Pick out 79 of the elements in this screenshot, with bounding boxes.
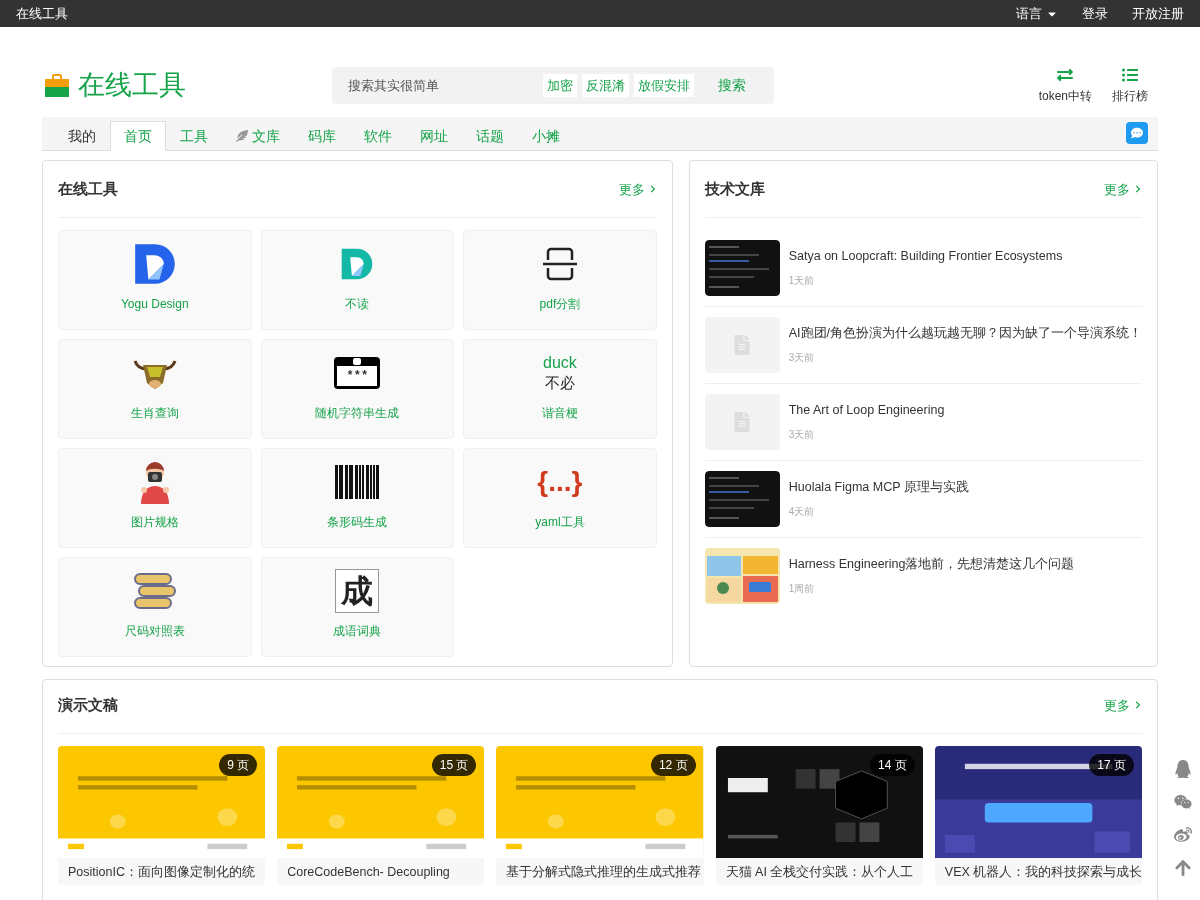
nav-tab[interactable]: 网址 xyxy=(406,121,462,151)
more-link[interactable]: 更多 xyxy=(618,179,657,199)
swap-icon xyxy=(1057,66,1074,83)
tool-card[interactable]: 条形码生成 xyxy=(260,447,455,548)
tool-card[interactable]: 生肖查询 xyxy=(58,338,252,439)
article-time: 4天前 xyxy=(788,505,816,520)
slide-card[interactable]: 15 页 CoreCodeBench- Decoupling xyxy=(277,745,485,886)
panel-title: 技术文库 xyxy=(704,179,765,199)
nav-tab[interactable]: 工具 xyxy=(166,121,222,151)
slide-card[interactable]: 14 页 天猫 AI 全栈交付实践：从个人工 xyxy=(715,745,923,886)
penguin-icon[interactable] xyxy=(1174,760,1192,778)
list-icon xyxy=(1122,66,1138,83)
header-action[interactable]: 排行榜 xyxy=(1112,66,1148,105)
tool-card[interactable]: *** 随机字符串生成 xyxy=(260,338,455,439)
nav-tab[interactable]: 首页 xyxy=(110,121,166,151)
nav-tab[interactable]: 小摊 xyxy=(518,121,574,151)
article-time: 3天前 xyxy=(788,428,816,443)
chevron-right-icon xyxy=(648,185,657,194)
article-title[interactable]: The Art of Loop Engineering xyxy=(788,400,945,420)
tool-card[interactable]: Yogu Design xyxy=(58,229,252,330)
article-title[interactable]: Huolala Figma MCP 原理与实践 xyxy=(788,477,969,497)
password-icon: *** xyxy=(334,356,381,389)
nav-tab[interactable]: 话题 xyxy=(462,121,518,151)
chat-button[interactable] xyxy=(1126,122,1148,144)
article-time: 1天前 xyxy=(788,274,816,289)
nav-tab[interactable]: 我的 xyxy=(54,121,110,151)
chat-bubbles-icon[interactable] xyxy=(1174,793,1192,811)
toolbox-icon xyxy=(44,73,70,98)
site-name[interactable]: 在线工具 xyxy=(16,3,68,24)
top-link[interactable]: 登录 xyxy=(1082,3,1108,24)
logo-icon xyxy=(132,241,177,286)
slide-title: CoreCodeBench- Decoupling xyxy=(286,863,451,881)
scan-icon xyxy=(540,245,579,282)
slide-title: VEX 机器人：我的科技探索与成长 xyxy=(943,863,1142,881)
character-icon: 成 xyxy=(335,568,380,613)
text-icon: duck 不必 xyxy=(543,352,577,393)
slide-title: 天猫 AI 全栈交付实践：从个人工 xyxy=(724,863,915,881)
site-logo[interactable]: 在线工具 xyxy=(78,65,186,106)
barcode-icon xyxy=(335,464,380,499)
arrow-up-icon[interactable] xyxy=(1174,859,1192,877)
header-action[interactable]: token中转 xyxy=(1038,66,1092,105)
article-time: 3天前 xyxy=(788,351,816,366)
search-tag[interactable]: 加密 xyxy=(543,73,577,98)
chat-icon xyxy=(1131,127,1143,139)
tool-card[interactable]: {...} yaml工具 xyxy=(463,447,657,548)
slide-card[interactable]: 17 页 VEX 机器人：我的科技探索与成长 xyxy=(934,745,1142,886)
search-tag[interactable]: 反混淆 xyxy=(582,73,629,98)
tool-card[interactable]: duck 不必 谐音梗 xyxy=(463,338,657,439)
chevron-right-icon xyxy=(1134,185,1142,194)
braces-icon: {...} xyxy=(537,467,583,496)
slide-title: 基于分解式隐式推理的生成式推荐 xyxy=(505,863,703,881)
more-link[interactable]: 更多 xyxy=(1104,179,1142,199)
more-link[interactable]: 更多 xyxy=(1104,695,1142,715)
slide-card[interactable]: 12 页 基于分解式隐式推理的生成式推荐 xyxy=(496,745,704,886)
article-title[interactable]: AI跑团/角色扮演为什么越玩越无聊？因为缺了一个导演系统！ xyxy=(788,323,1142,343)
logo-icon xyxy=(340,246,375,281)
tool-card[interactable]: pdf分割 xyxy=(463,229,657,330)
nav-tab[interactable]: 文库 xyxy=(222,121,294,151)
search-button[interactable]: 搜索 xyxy=(718,75,746,96)
search-tag[interactable]: 放假安排 xyxy=(634,73,694,98)
article-title[interactable]: Satya on Loopcraft: Building Frontier Ecosystems xyxy=(788,246,1063,266)
nav-tab[interactable]: 软件 xyxy=(350,121,406,151)
tape-measure-icon xyxy=(132,571,177,610)
tool-card[interactable]: 成 成语词典 xyxy=(260,556,455,657)
tool-card[interactable]: 尺码对照表 xyxy=(58,556,252,657)
top-link[interactable]: 语言 xyxy=(1016,3,1058,24)
search-field[interactable]: 搜索其实很简单 xyxy=(348,75,543,96)
top-link[interactable]: 开放注册 xyxy=(1132,3,1184,24)
panel-title: 在线工具 xyxy=(58,179,118,199)
tool-card[interactable]: 不读 xyxy=(260,229,455,330)
panel-title: 演示文稿 xyxy=(58,695,118,715)
slide-card[interactable]: 9 页 PositionIC：面向图像定制化的统 xyxy=(58,745,266,886)
chevron-right-icon xyxy=(1134,701,1142,710)
nav-tab[interactable]: 码库 xyxy=(294,121,350,151)
weibo-icon[interactable] xyxy=(1174,826,1192,844)
article-time: 1周前 xyxy=(788,582,816,597)
slide-title: PositionIC：面向图像定制化的统 xyxy=(67,863,256,881)
tool-card[interactable]: 图片规格 xyxy=(58,447,252,548)
article-title[interactable]: Harness Engineering落地前，先想清楚这几个问题 xyxy=(788,554,1075,574)
